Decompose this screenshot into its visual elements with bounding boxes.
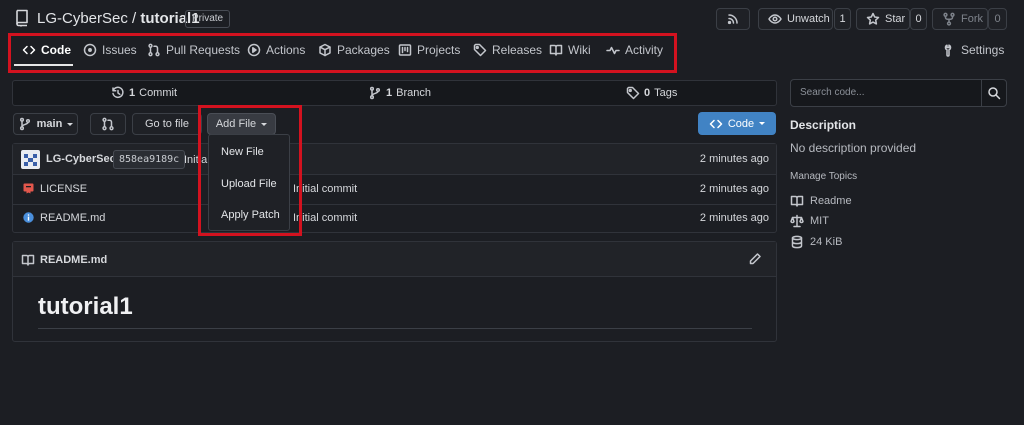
chevron-down-icon xyxy=(67,122,74,126)
nav-highlight-box xyxy=(8,33,677,73)
readme-link-label: Readme xyxy=(810,195,852,207)
commits-count: 1 xyxy=(129,87,136,99)
license-link-label: MIT xyxy=(810,215,829,227)
tag-icon xyxy=(626,86,640,100)
watchers-count[interactable]: 1 xyxy=(834,8,851,30)
repo-size-label: 24 KiB xyxy=(810,236,843,248)
manage-topics-link[interactable]: Manage Topics xyxy=(790,171,857,182)
repo-owner-link[interactable]: LG-CyberSec xyxy=(37,10,128,27)
license-link[interactable]: MIT xyxy=(790,214,829,228)
visibility-badge: Private xyxy=(185,10,231,28)
latest-commit-time: 2 minutes ago xyxy=(699,153,769,165)
info-icon xyxy=(23,212,34,223)
fork-icon xyxy=(942,12,956,26)
search-button[interactable] xyxy=(981,80,1006,106)
file-name-license[interactable]: LICENSE xyxy=(40,183,87,195)
file-commit-message-readme[interactable]: Initial commit xyxy=(293,212,357,224)
go-to-file-button[interactable]: Go to file xyxy=(132,113,202,135)
tags-count: 0 xyxy=(644,87,651,99)
tags-label: Tags xyxy=(654,87,678,99)
branch-name: main xyxy=(36,118,63,130)
readme-heading-rule xyxy=(38,328,752,329)
search-placeholder: Search code... xyxy=(800,87,865,98)
commit-sha[interactable]: 858ea9189c xyxy=(113,150,186,169)
rss-button[interactable] xyxy=(716,8,750,30)
row-divider xyxy=(13,204,776,205)
code-clone-button[interactable]: Code xyxy=(698,112,776,135)
tab-settings-label: Settings xyxy=(961,43,1005,57)
code-button-label: Code xyxy=(727,117,755,130)
repo-separator: / xyxy=(127,10,141,27)
edit-pencil-icon[interactable] xyxy=(748,252,762,266)
chevron-down-icon xyxy=(759,122,766,125)
tags-stat[interactable]: 0 Tags xyxy=(626,86,677,100)
readme-heading: tutorial1 xyxy=(38,293,133,320)
readme-link[interactable]: Readme xyxy=(790,194,852,208)
description-title: Description xyxy=(790,118,857,132)
branch-icon xyxy=(368,86,382,100)
fork-label: Fork xyxy=(961,13,983,25)
repo-icon xyxy=(14,9,30,27)
eye-icon xyxy=(768,12,782,26)
unwatch-button[interactable]: Unwatch xyxy=(758,8,833,30)
branch-selector-button[interactable]: main xyxy=(13,113,78,135)
pull-request-icon xyxy=(101,117,115,131)
add-file-highlight-box xyxy=(198,105,302,236)
commits-label: Commit xyxy=(139,87,178,99)
branches-count: 1 xyxy=(386,87,393,99)
star-button[interactable]: Star xyxy=(856,8,910,30)
branch-icon xyxy=(18,117,32,131)
star-label: Star xyxy=(885,13,906,25)
settings-icon xyxy=(942,43,956,57)
tab-settings[interactable]: Settings xyxy=(942,41,1004,59)
scale-icon xyxy=(790,214,804,228)
file-name-readme[interactable]: README.md xyxy=(40,212,105,224)
commit-author[interactable]: LG-CyberSec xyxy=(46,153,116,165)
branches-label: Branch xyxy=(396,87,431,99)
readme-header xyxy=(13,242,776,277)
book-icon xyxy=(21,253,35,267)
code-icon xyxy=(709,117,723,131)
book-icon xyxy=(790,194,804,208)
repo-size: 24 KiB xyxy=(790,235,842,249)
file-time-readme: 2 minutes ago xyxy=(699,212,769,224)
commits-stat[interactable]: 1 Commit xyxy=(111,86,177,100)
rss-icon xyxy=(726,12,740,26)
branches-stat[interactable]: 1 Branch xyxy=(368,86,431,100)
license-icon xyxy=(23,183,34,194)
file-time-license: 2 minutes ago xyxy=(699,183,769,195)
repo-title: LG-CyberSec / tutorial1 xyxy=(37,10,200,27)
forks-count[interactable]: 0 xyxy=(988,8,1007,30)
file-commit-message-license[interactable]: Initial commit xyxy=(293,183,357,195)
stars-count[interactable]: 0 xyxy=(910,8,927,30)
fork-button[interactable]: Fork xyxy=(932,8,988,30)
history-icon xyxy=(111,86,125,100)
database-icon xyxy=(790,235,804,249)
description-text: No description provided xyxy=(790,141,917,155)
unwatch-label: Unwatch xyxy=(787,13,830,25)
compare-button[interactable] xyxy=(90,113,126,135)
readme-filename: README.md xyxy=(40,254,108,266)
author-avatar[interactable] xyxy=(21,150,40,169)
search-icon xyxy=(987,86,1001,100)
star-icon xyxy=(866,12,880,26)
